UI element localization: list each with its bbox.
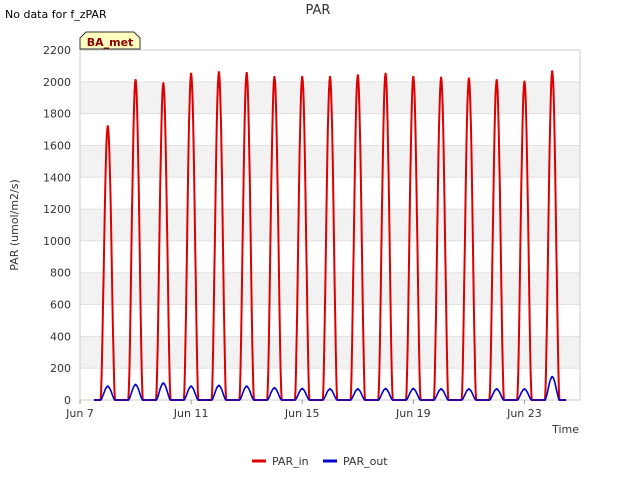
- badge-label: BA_met: [87, 36, 134, 49]
- legend-label-par-in: PAR_in: [272, 455, 309, 468]
- x-axis-ticks: Jun 7 Jun 11 Jun 15 Jun 19 Jun 23: [65, 400, 542, 420]
- grid-band: [80, 209, 580, 241]
- grid-band: [80, 336, 580, 369]
- data-point: [134, 79, 137, 82]
- x-tick-label: Jun 11: [173, 407, 209, 420]
- chart: PAR No data for f_zPAR BA_met 0 200 400 600…: [5, 3, 581, 468]
- legend: PAR_in PAR_out: [252, 455, 388, 468]
- data-point: [328, 387, 332, 391]
- y-tick-label: 1200: [43, 203, 71, 216]
- data-point: [384, 387, 387, 391]
- grid-band: [80, 272, 580, 305]
- data-point: [217, 384, 221, 387]
- data-point: [356, 387, 359, 391]
- y-tick-label: 2200: [43, 44, 71, 57]
- data-point: [523, 387, 526, 391]
- data-point: [106, 385, 109, 388]
- y-tick-label: 1800: [43, 108, 71, 121]
- y-axis-label: PAR (umol/m2/s): [8, 179, 21, 271]
- legend-label-par-out: PAR_out: [343, 455, 388, 468]
- y-tick-label: 800: [50, 267, 71, 280]
- grid-band: [80, 145, 580, 178]
- badge: BA_met: [79, 31, 141, 50]
- x-tick-label: Jun 23: [506, 407, 542, 420]
- plot-background-bands: [80, 81, 580, 369]
- data-point: [217, 71, 221, 74]
- data-point: [106, 125, 109, 128]
- data-point: [328, 75, 332, 79]
- no-data-note: No data for f_zPAR: [5, 8, 107, 21]
- y-tick-label: 600: [50, 299, 71, 312]
- data-point: [412, 75, 415, 79]
- y-tick-label: 1000: [43, 235, 71, 248]
- y-tick-label: 200: [50, 362, 71, 375]
- data-point: [189, 72, 193, 76]
- data-point: [495, 387, 498, 391]
- data-point: [162, 382, 165, 385]
- data-point: [467, 387, 471, 391]
- x-tick-label: Jun 15: [284, 407, 320, 420]
- data-point: [495, 79, 498, 82]
- data-point: [551, 375, 554, 379]
- data-point: [356, 74, 359, 77]
- data-point: [439, 387, 443, 391]
- data-point: [189, 385, 193, 388]
- data-point: [439, 76, 443, 80]
- data-point: [134, 383, 137, 387]
- data-point: [523, 80, 526, 84]
- y-tick-label: 2000: [43, 76, 71, 89]
- x-tick-label: Jun 7: [65, 407, 94, 420]
- y-tick-label: 400: [50, 330, 71, 343]
- data-point: [273, 75, 276, 79]
- data-point: [273, 386, 276, 390]
- data-point: [162, 82, 165, 85]
- data-point: [301, 75, 304, 79]
- data-point: [551, 70, 554, 73]
- y-tick-label: 0: [64, 394, 71, 407]
- chart-title: PAR: [306, 3, 331, 18]
- data-point: [245, 385, 248, 388]
- y-axis-ticks: 0 200 400 600 800 1000 1200 1400 1600 1800 2000 220…: [43, 44, 71, 407]
- x-axis-label: Time: [551, 423, 579, 436]
- data-point: [245, 71, 248, 75]
- data-point: [467, 77, 471, 80]
- y-tick-label: 1400: [43, 171, 71, 184]
- data-point: [301, 387, 304, 391]
- x-tick-label: Jun 19: [395, 407, 431, 420]
- data-point: [384, 72, 387, 76]
- data-point: [412, 387, 415, 391]
- y-tick-label: 1600: [43, 139, 71, 152]
